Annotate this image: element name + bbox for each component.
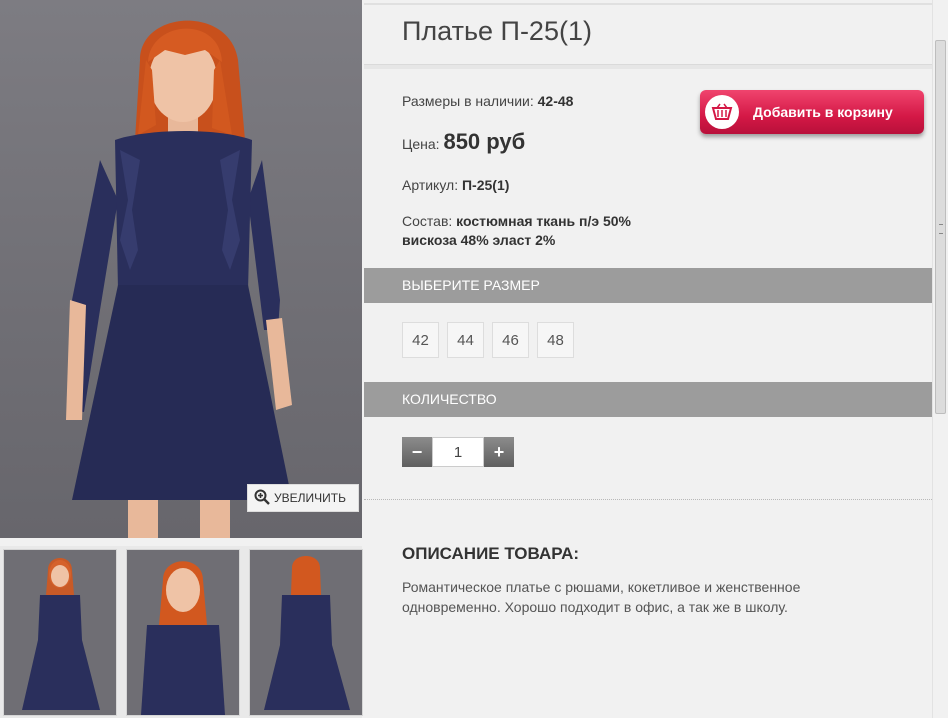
thumbnail-closeup-image — [141, 561, 225, 715]
size-options: 42 44 46 48 — [402, 322, 574, 358]
add-to-cart-label: Добавить в корзину — [753, 104, 893, 120]
thumbnail-front[interactable] — [3, 549, 117, 716]
add-to-cart-button[interactable]: Добавить в корзину — [700, 90, 924, 134]
composition: Состав: костюмная ткань п/э 50% вискоза … — [402, 212, 631, 250]
page-scrollbar[interactable] — [932, 0, 948, 718]
quantity-input[interactable] — [432, 437, 484, 467]
main-product-photo[interactable] — [0, 0, 362, 538]
product-title: Платье П-25(1) — [402, 16, 592, 46]
size-option-46[interactable]: 46 — [492, 322, 529, 358]
thumbnail-back-image — [264, 556, 350, 710]
sku: Артикул: П-25(1) — [402, 177, 509, 193]
description-text: Романтическое платье с рюшами, кокетливо… — [402, 579, 801, 615]
thumbnail-front-image — [22, 558, 100, 710]
zoom-label: УВЕЛИЧИТЬ — [274, 491, 346, 505]
price-label: Цена: — [402, 136, 440, 152]
product-details-panel: Платье П-25(1) Размеры в наличии: 42-48 … — [364, 0, 932, 718]
composition-line-2: вискоза 48% эласт 2% — [402, 232, 556, 248]
title-divider — [364, 64, 932, 69]
size-option-44[interactable]: 44 — [447, 322, 484, 358]
zoom-button[interactable]: УВЕЛИЧИТЬ — [247, 484, 359, 512]
sku-label: Артикул: — [402, 177, 459, 193]
thumbnail-strip — [0, 546, 363, 718]
quantity-stepper: − + — [402, 437, 514, 467]
quantity-section-header: КОЛИЧЕСТВО — [364, 382, 932, 417]
dress-model-illustration — [66, 20, 292, 538]
price-value: 850 руб — [443, 129, 526, 154]
available-sizes-value: 42-48 — [537, 93, 574, 109]
scrollbar-grip-icon — [939, 224, 943, 234]
magnifier-plus-icon — [254, 489, 270, 508]
size-option-42[interactable]: 42 — [402, 322, 439, 358]
composition-line-1: костюмная ткань п/э 50% — [456, 213, 632, 229]
quantity-decrease-button[interactable]: − — [402, 437, 432, 467]
top-divider — [364, 3, 932, 5]
scrollbar-thumb[interactable] — [935, 40, 946, 414]
price: Цена: 850 руб — [402, 129, 525, 155]
basket-icon — [705, 95, 739, 129]
description-title: ОПИСАНИЕ ТОВАРА: — [402, 544, 580, 563]
thumbnail-back[interactable] — [249, 549, 363, 716]
description-divider — [364, 499, 932, 500]
available-sizes: Размеры в наличии: 42-48 — [402, 93, 573, 109]
thumbnail-closeup[interactable] — [126, 549, 240, 716]
size-section-header: ВЫБЕРИТЕ РАЗМЕР — [364, 268, 932, 303]
available-sizes-label: Размеры в наличии: — [402, 93, 534, 109]
size-option-48[interactable]: 48 — [537, 322, 574, 358]
composition-label: Состав: — [402, 213, 453, 229]
quantity-increase-button[interactable]: + — [484, 437, 514, 467]
sku-value: П-25(1) — [461, 177, 510, 193]
